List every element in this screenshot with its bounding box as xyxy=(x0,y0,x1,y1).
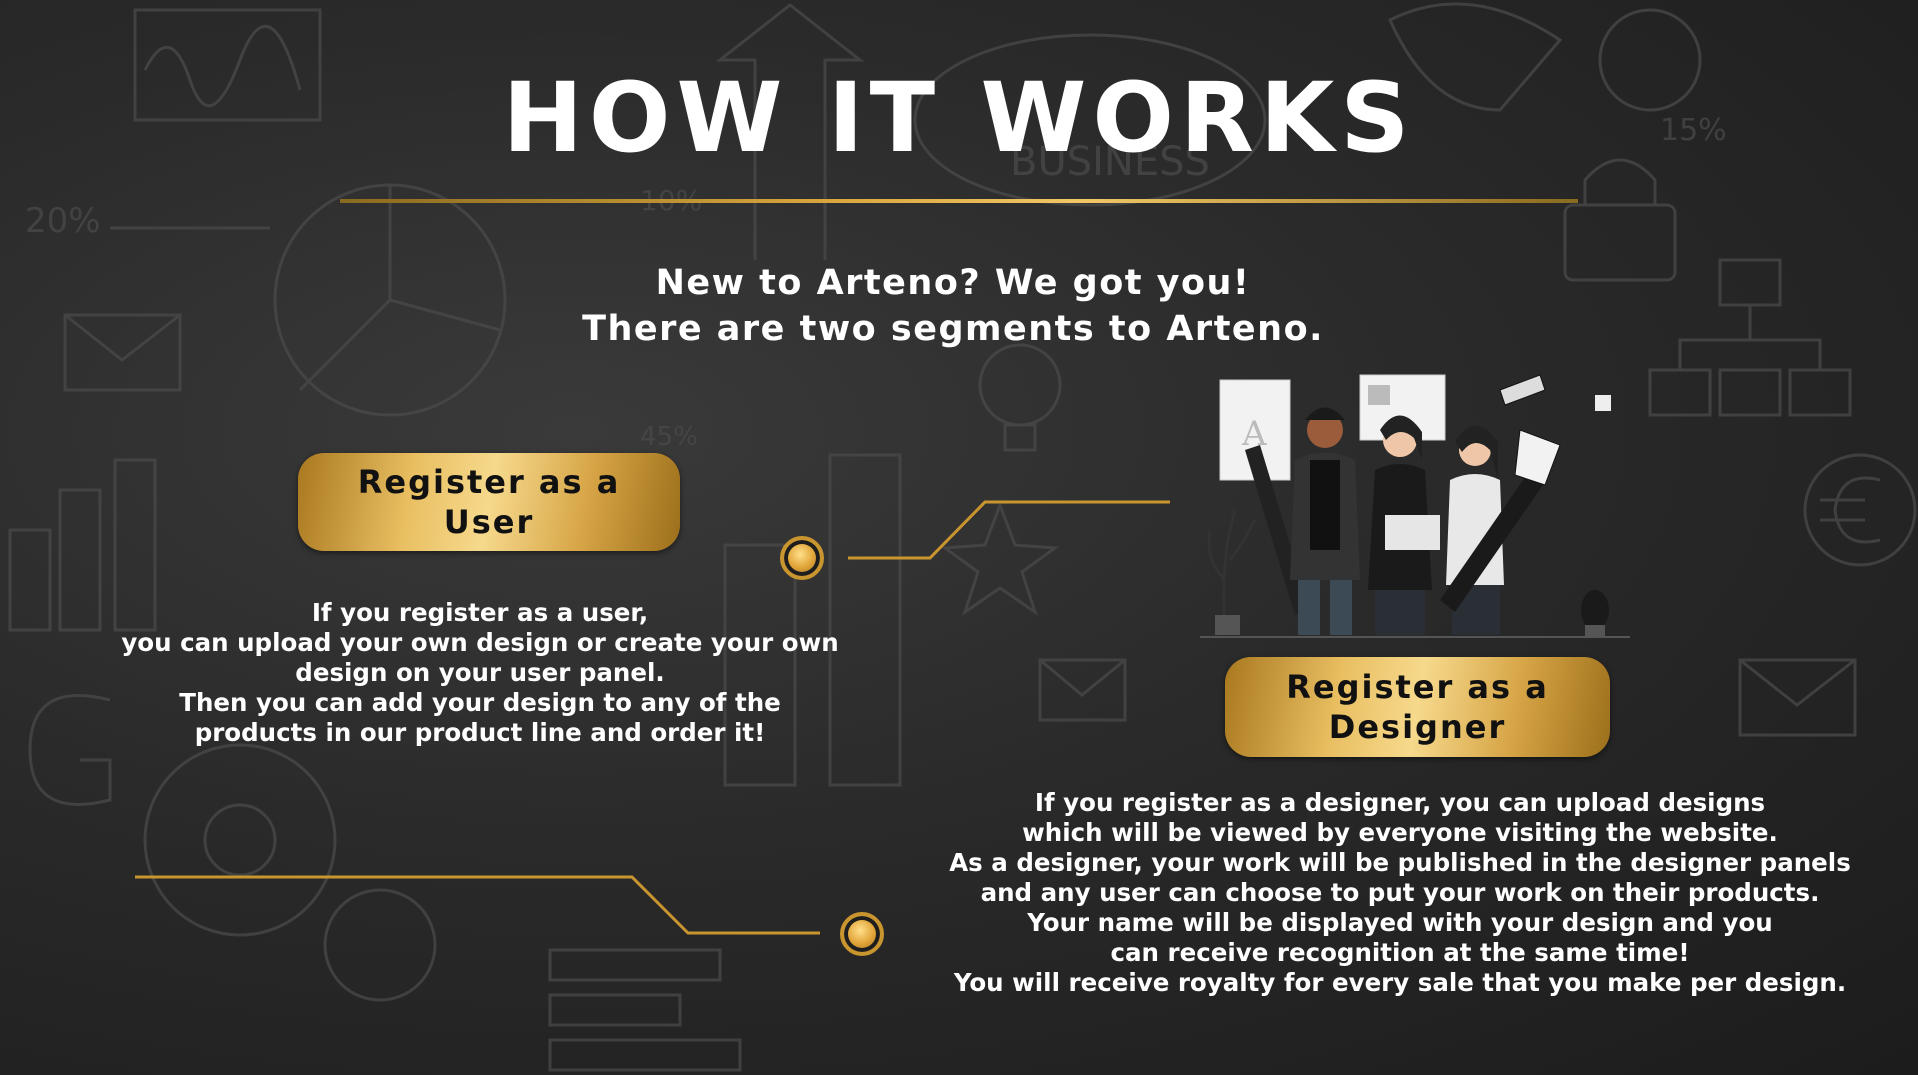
designer-desc-line: and any user can choose to put your work… xyxy=(980,878,1820,907)
envelope-icon xyxy=(1738,658,1857,737)
euro-icon xyxy=(1803,453,1917,567)
register-user-label-1: Register as a xyxy=(357,463,621,501)
designer-desc-line: Your name will be displayed with your de… xyxy=(1027,908,1773,937)
designers-team-illustration: A xyxy=(1200,374,1630,638)
designer-desc-line: As a designer, your work will be publish… xyxy=(949,848,1851,877)
intro-line-2: There are two segments to Arteno. xyxy=(582,309,1324,349)
percent-doodle-3: 45% xyxy=(640,422,698,452)
gear-icon xyxy=(143,743,437,1002)
connector-line-designer xyxy=(135,875,820,935)
intro-text: New to Arteno? We got you! There are two… xyxy=(0,260,1906,352)
user-desc-line: products in our product line and order i… xyxy=(194,718,766,747)
user-desc-line: If you register as a user, xyxy=(311,598,649,627)
user-desc-line: Then you can add your design to any of t… xyxy=(179,688,781,717)
percent-doodle-1: 20% xyxy=(25,201,101,241)
lightbulb-icon xyxy=(978,343,1062,452)
register-user-button[interactable]: Register as a User xyxy=(298,453,680,551)
designer-desc-line: which will be viewed by everyone visitin… xyxy=(1022,818,1778,847)
color-palette-icon xyxy=(1499,374,1546,406)
title-divider xyxy=(340,199,1578,203)
designer-desc-line: You will receive royalty for every sale … xyxy=(953,968,1847,997)
user-description: If you register as a user, you can uploa… xyxy=(110,598,850,748)
register-designer-label-2: Designer xyxy=(1328,708,1507,746)
designer-desc-line: can receive recognition at the same time… xyxy=(1110,938,1690,967)
user-desc-line: you can upload your own design or create… xyxy=(121,628,839,657)
register-designer-button[interactable]: Register as a Designer xyxy=(1225,657,1610,757)
user-desc-line: design on your user panel. xyxy=(295,658,665,687)
intro-line-1: New to Arteno? We got you! xyxy=(655,263,1251,303)
connector-knob-user xyxy=(780,536,824,580)
page-title: HOW IT WORKS xyxy=(502,62,1416,174)
register-user-label-2: User xyxy=(443,503,535,541)
thumbs-up-icon xyxy=(1595,395,1611,411)
designer-description: If you register as a designer, you can u… xyxy=(930,788,1870,998)
connector-knob-designer xyxy=(840,912,884,956)
designer-desc-line: If you register as a designer, you can u… xyxy=(1034,788,1766,817)
register-designer-label-1: Register as a xyxy=(1286,668,1549,706)
